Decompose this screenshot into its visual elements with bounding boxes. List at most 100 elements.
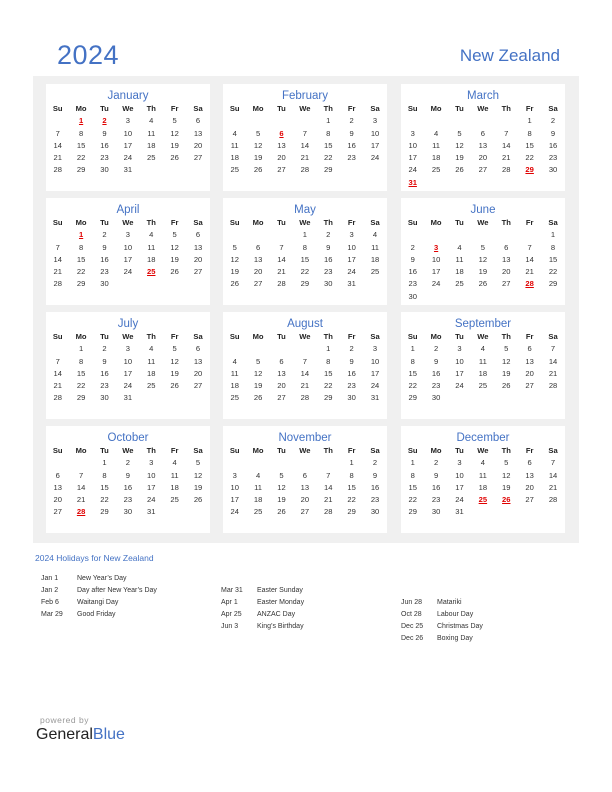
day-cell: 27 [525, 495, 534, 505]
weekday-label: Su [407, 218, 418, 227]
day-cell: 28 [324, 507, 333, 517]
day-cell: 2 [125, 458, 130, 468]
empty-day-cell [495, 115, 518, 127]
day-cell: 23 [347, 153, 356, 163]
week-row: 21 22 23 24 25 26 27 [46, 266, 210, 278]
week-row: 31 [401, 177, 565, 189]
day-cell: 8 [78, 242, 84, 252]
empty-day-cell [69, 457, 92, 469]
weekday-label: Tu [100, 446, 109, 455]
week-row: 19 20 21 22 23 24 25 [223, 266, 387, 278]
holiday-name: Day after New Year’s Day [77, 587, 157, 594]
holiday-name: Easter Sunday [257, 587, 303, 594]
day-cell: 14 [53, 140, 62, 150]
weekday-label: Sa [548, 104, 558, 113]
day-cell: 5 [255, 356, 261, 366]
day-cell: 24 [230, 507, 239, 517]
day-cell: 14 [76, 482, 86, 492]
day-cell: 13 [277, 140, 286, 150]
day-cell: 25 [253, 507, 263, 517]
day-cell: 19 [277, 495, 286, 505]
day-cell: 9 [372, 470, 378, 480]
day-cell: 7 [279, 242, 284, 252]
day-cell: 30 [408, 291, 417, 301]
day-cell: 13 [277, 368, 286, 378]
empty-day-cell [471, 115, 494, 127]
day-cell: 6 [480, 128, 485, 138]
holiday-item: Jun 3 King’s Birthday [221, 621, 304, 633]
day-cell: 15 [408, 482, 417, 492]
day-cell: 4 [457, 242, 462, 252]
holiday-day-cell: 26 [502, 495, 511, 505]
week-row: 29 30 [401, 392, 565, 404]
day-cell: 19 [170, 254, 179, 264]
holiday-date: Jun 3 [221, 623, 239, 630]
day-cell: 4 [149, 344, 154, 354]
day-cell: 6 [504, 242, 509, 252]
day-cell: 28 [502, 165, 511, 175]
day-cell: 18 [170, 482, 179, 492]
day-cell: 8 [326, 356, 331, 366]
weekday-label: Th [146, 446, 156, 455]
day-cell: 15 [76, 368, 86, 378]
week-row: 21 22 23 24 25 26 27 [46, 152, 210, 164]
day-cell: 4 [232, 356, 237, 366]
weekday-label: Su [229, 104, 240, 113]
month-title: January [107, 90, 149, 102]
day-cell: 18 [455, 267, 464, 277]
day-cell: 7 [302, 356, 307, 366]
day-cell: 13 [193, 356, 203, 366]
empty-day-cell [448, 115, 471, 127]
week-row: 1 2 3 4 5 [46, 457, 210, 469]
day-cell: 27 [277, 393, 286, 403]
day-cell: 22 [324, 153, 333, 163]
day-cell: 27 [193, 267, 203, 277]
month-card-november: November Su Mo Tu We Th Fr Sa 1 2 3 4 5 6 7 8 9 10 11 12 13 1… [223, 426, 387, 533]
day-cell: 29 [347, 507, 356, 517]
holiday-name: Good Friday [77, 611, 116, 618]
day-cell: 6 [279, 356, 284, 366]
week-row: 14 15 16 17 18 19 20 [46, 254, 210, 266]
weekday-label: We [477, 446, 489, 455]
day-cell: 20 [193, 140, 203, 150]
holiday-item: Apr 25 ANZAC Day [221, 609, 304, 621]
day-cell: 4 [172, 458, 177, 468]
day-cell: 8 [78, 128, 84, 138]
day-cell: 7 [550, 458, 556, 468]
day-cell: 30 [548, 165, 558, 175]
day-cell: 11 [147, 242, 156, 252]
week-row: 5 6 7 8 9 10 11 [223, 242, 387, 254]
day-cell: 15 [100, 482, 109, 492]
day-cell: 2 [410, 242, 415, 252]
day-cell: 6 [195, 344, 201, 354]
day-cell: 17 [408, 153, 417, 163]
day-cell: 30 [123, 507, 133, 517]
day-cell: 25 [478, 381, 488, 391]
week-row: 30 [401, 291, 565, 303]
day-cell: 27 [502, 279, 511, 289]
day-cell: 6 [527, 458, 532, 468]
day-cell: 6 [195, 230, 201, 240]
weekday-header: Su Mo Tu We Th Fr Sa [46, 103, 210, 115]
day-cell: 12 [193, 470, 203, 480]
day-cell: 19 [502, 482, 511, 492]
day-cell: 16 [324, 254, 333, 264]
day-cell: 23 [548, 153, 558, 163]
day-cell: 1 [410, 344, 415, 354]
day-cell: 21 [76, 495, 86, 505]
weekday-label: Mo [252, 332, 264, 341]
weekday-label: Tu [100, 332, 109, 341]
brand-name-part2: Blue [92, 726, 125, 743]
day-cell: 10 [455, 470, 464, 480]
holiday-day-cell: 1 [78, 116, 84, 126]
day-cell: 16 [347, 140, 356, 150]
day-cell: 10 [147, 470, 156, 480]
day-cell: 19 [230, 267, 239, 277]
day-cell: 29 [408, 507, 417, 517]
day-cell: 8 [410, 356, 415, 366]
day-cell: 14 [548, 356, 558, 366]
holiday-day-cell: 28 [76, 507, 86, 517]
week-row: 25 26 27 28 29 [223, 164, 387, 176]
month-title: December [456, 432, 510, 444]
month-card-october: October Su Mo Tu We Th Fr Sa 1 2 3 4 5 6 7 8 9 10 11 12 13 14… [46, 426, 210, 533]
